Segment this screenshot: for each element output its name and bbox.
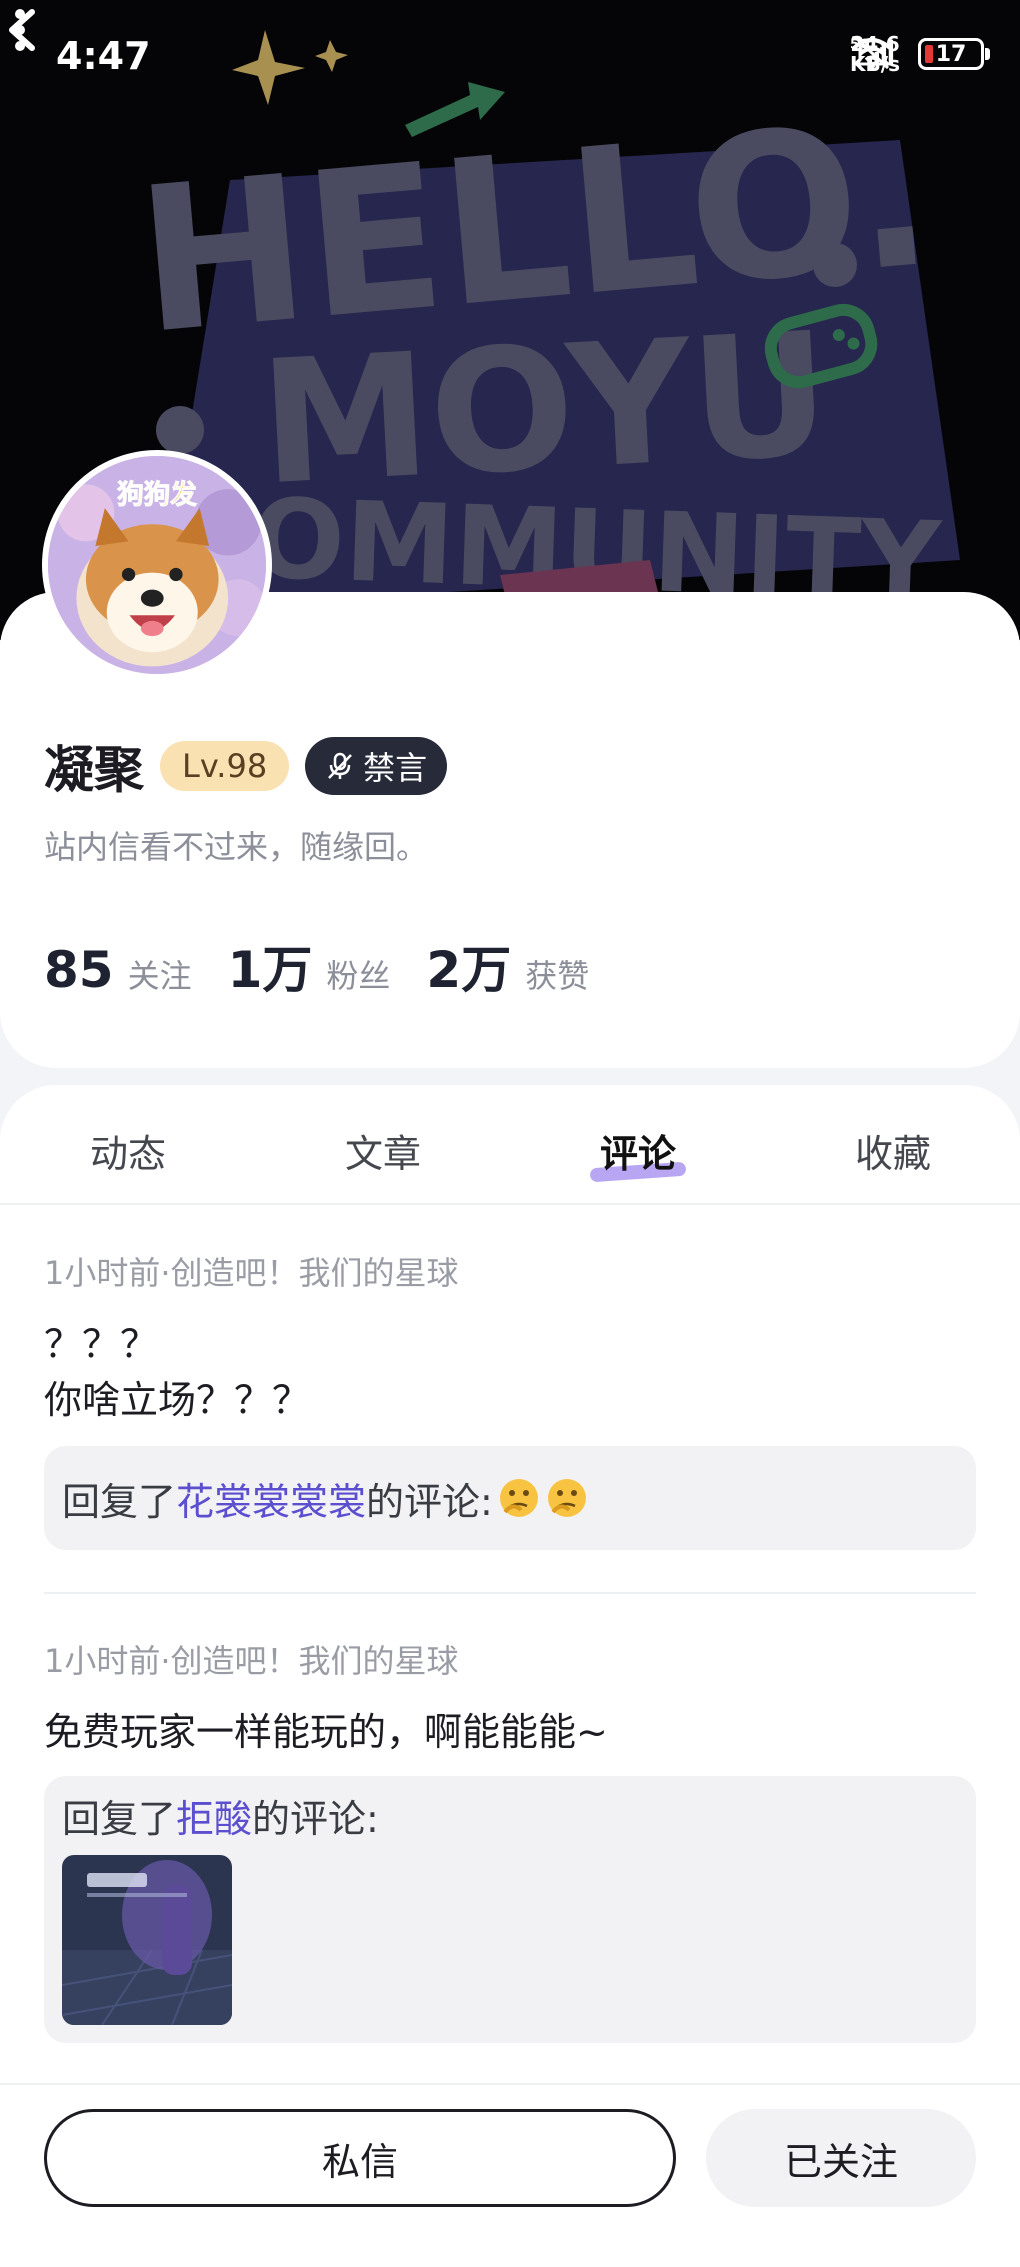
more-options-icon[interactable]: [0, 0, 40, 60]
private-message-button[interactable]: 私信: [44, 2109, 676, 2207]
name-row: 凝聚 Lv.98 禁言: [44, 730, 448, 802]
stat-likes: 2万 获赞: [426, 941, 590, 999]
reply-image-thumbnail[interactable]: [62, 1855, 232, 2025]
comment-text-line: 免费玩家一样能玩的，啊能能能~: [44, 1710, 608, 1754]
profile-stats: 85 关注 1万 粉丝 2万 获赞: [44, 930, 589, 1002]
bio: 站内信看不过来，随缘回。: [44, 828, 429, 866]
stat-following[interactable]: 85 关注: [44, 941, 192, 999]
status-bar: 4:47 24.6 KB/s 5G 1: [0, 0, 1020, 110]
status-icons: 24.6 KB/s 5G 17: [850, 34, 990, 74]
stat-followers[interactable]: 1万 粉丝: [228, 930, 391, 1002]
tab-articles[interactable]: 文章: [345, 1123, 421, 1178]
muted-badge: 禁言: [305, 737, 448, 795]
username: 凝聚: [44, 741, 144, 799]
wifi-icon: [852, 38, 892, 69]
status-time: 4:47: [56, 34, 151, 78]
muted-label: 禁言: [363, 749, 428, 787]
tab-bar: 动态 文章 评论 收藏: [0, 1085, 1020, 1205]
comment-meta: 1小时前·创造吧！我们的星球: [44, 1642, 459, 1680]
comment-meta: 1小时前·创造吧！我们的星球: [44, 1254, 459, 1292]
comment-text-line: 你啥立场？？？: [44, 1378, 311, 1422]
reply-username[interactable]: 拒酸: [176, 1797, 252, 1841]
avatar-image: 狗狗发: [48, 456, 266, 674]
tab-divider: [0, 1203, 1020, 1205]
thinking-emoji-icon: [547, 1479, 586, 1517]
comment-item[interactable]: 1小时前·创造吧！我们的星球 免费玩家一样能玩的，啊能能能~ 回复了拒酸的评论:: [44, 1636, 976, 2043]
followed-button[interactable]: 已关注: [706, 2109, 976, 2207]
tab-favorites[interactable]: 收藏: [855, 1123, 931, 1178]
comment-divider: [44, 1592, 976, 1594]
comment-item[interactable]: 1小时前·创造吧！我们的星球 ？？？ 你啥立场？？？ 回复了 花裳裳裳裳 的评论…: [44, 1248, 976, 1550]
tab-posts[interactable]: 动态: [90, 1123, 166, 1178]
game-screenshot-image: [62, 1855, 232, 2025]
thinking-emoji-icon: [499, 1479, 538, 1517]
reply-username[interactable]: 花裳裳裳裳: [176, 1471, 366, 1526]
bottom-action-bar: 私信 已关注: [0, 2083, 1020, 2267]
tab-comments[interactable]: 评论: [600, 1123, 676, 1178]
mic-off-icon: [328, 752, 353, 779]
avatar[interactable]: 狗狗发: [42, 450, 272, 680]
comment-text-line: ？？？: [44, 1322, 159, 1366]
reply-quote[interactable]: 回复了 花裳裳裳裳 的评论:: [44, 1446, 976, 1550]
avatar-caption: 狗狗发: [117, 479, 197, 510]
battery-icon: 17: [918, 38, 990, 70]
level-badge: Lv.98: [160, 741, 290, 791]
reply-quote[interactable]: 回复了拒酸的评论:: [44, 1776, 976, 2043]
